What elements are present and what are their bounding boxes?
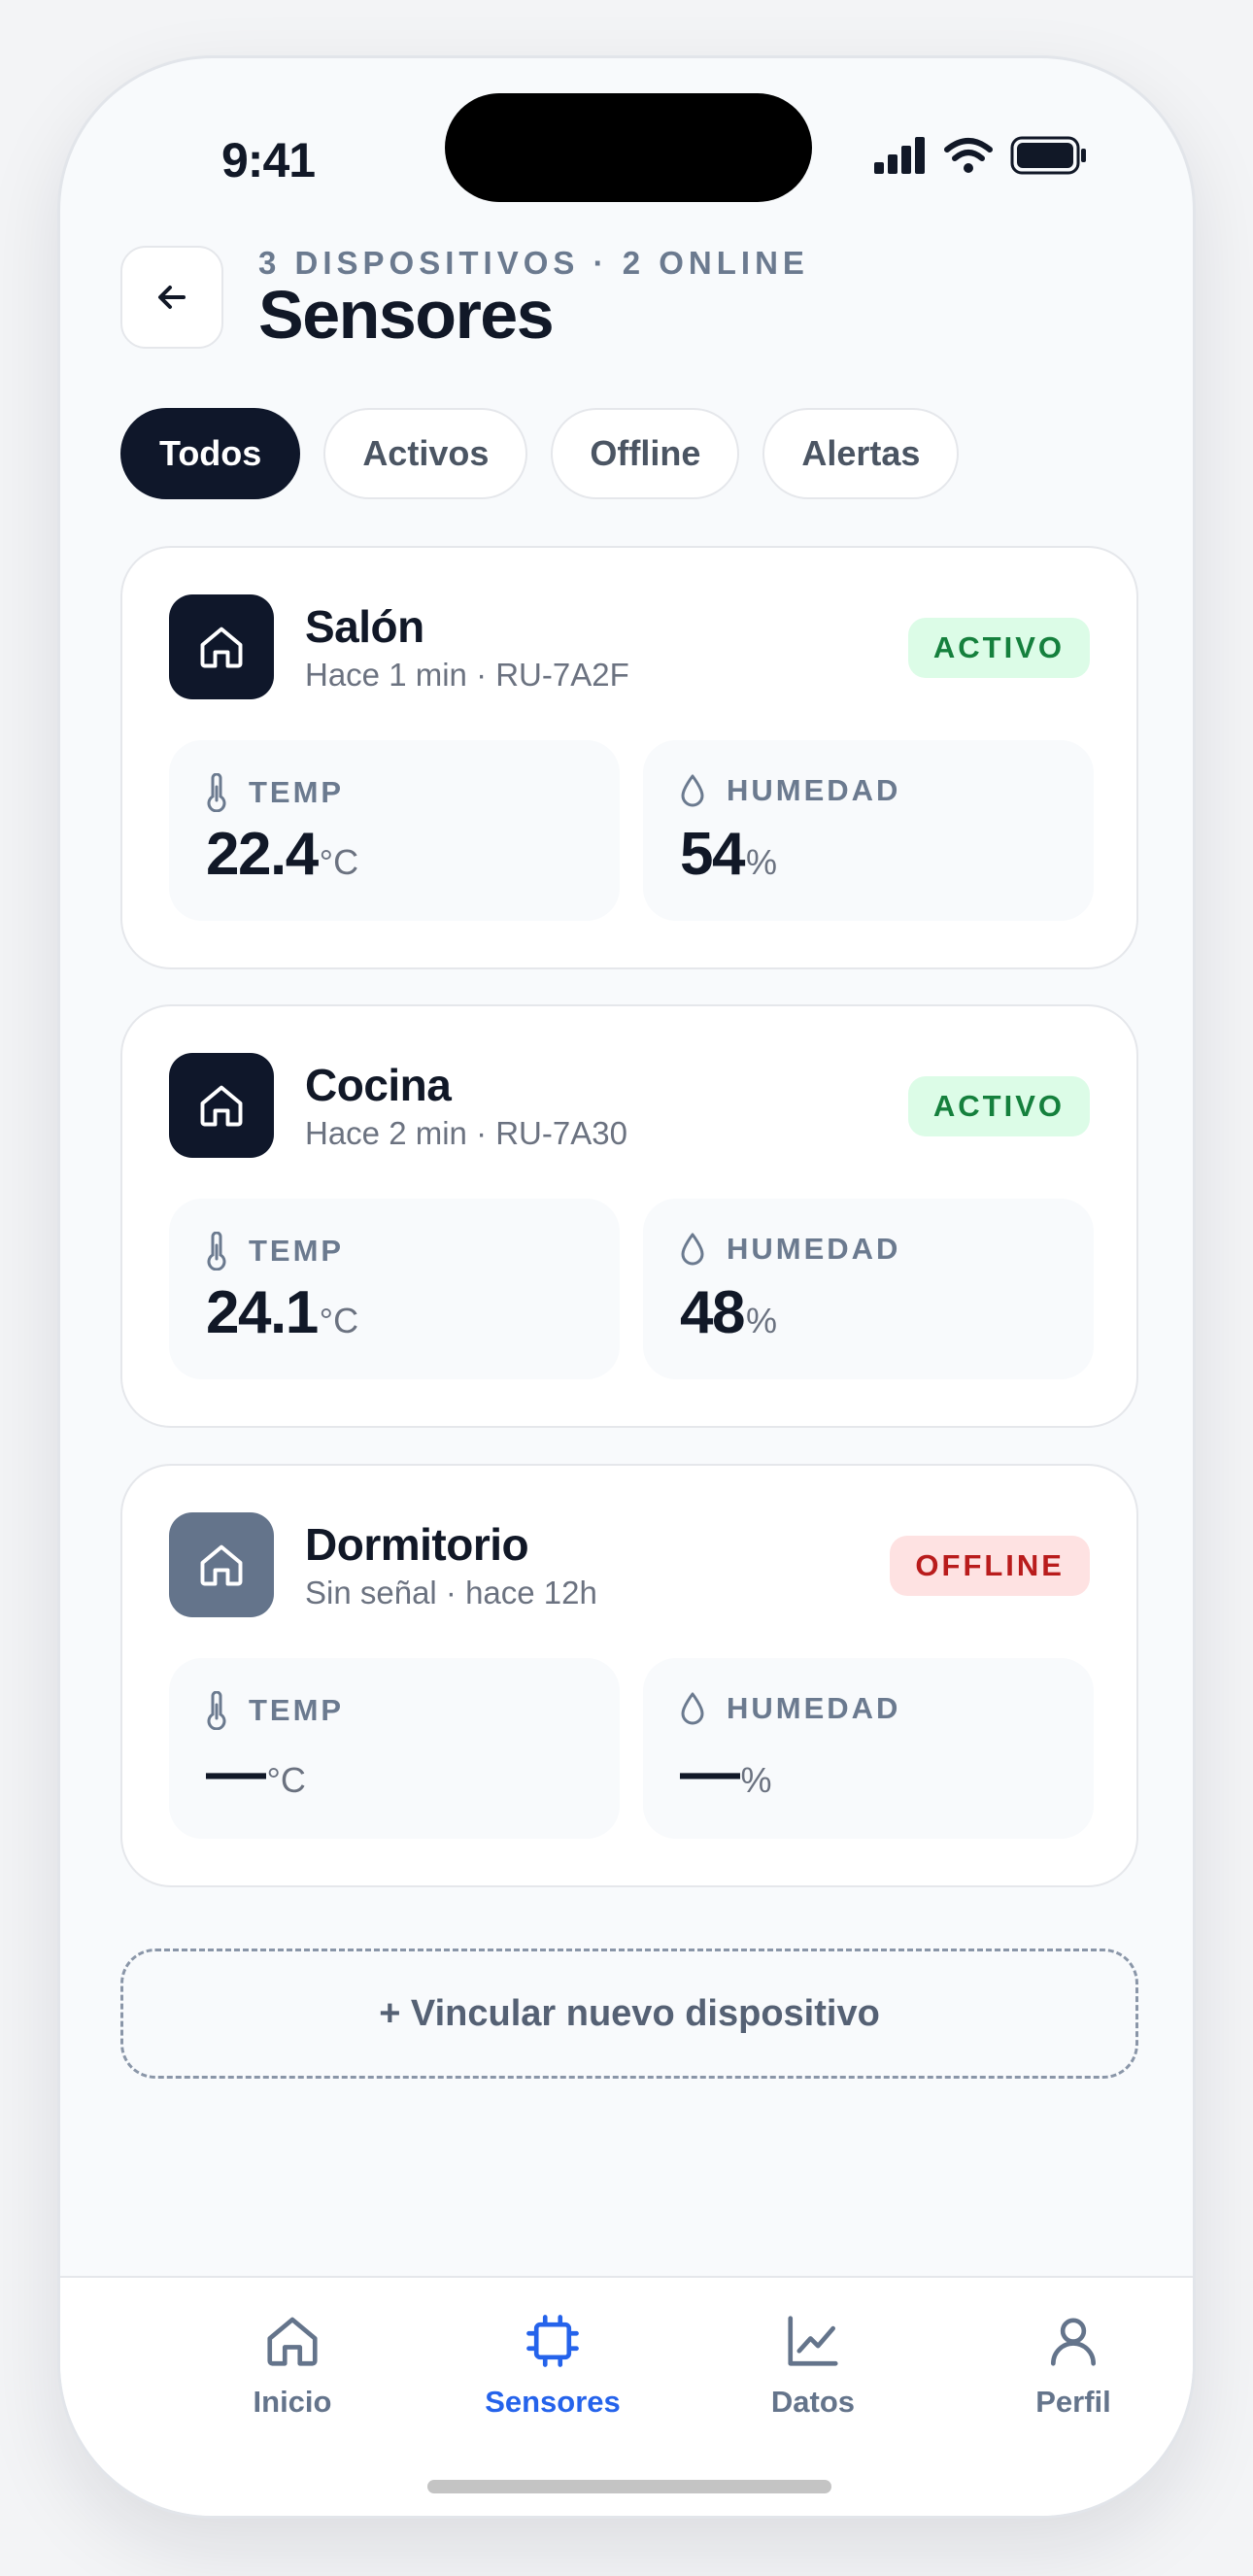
temp-value: 24.1	[206, 1279, 319, 1346]
signal-icon	[874, 137, 925, 174]
humidity-unit: %	[745, 842, 777, 882]
device-icon	[169, 1053, 274, 1158]
humidity-value: 54	[680, 821, 745, 888]
temp-value: —	[206, 1739, 266, 1806]
battery-icon	[1010, 136, 1086, 175]
thermometer-icon	[207, 773, 226, 812]
humidity-unit: %	[740, 1760, 772, 1800]
nav-item-perfil[interactable]: Perfil	[966, 2311, 1180, 2420]
temp-label: TEMP	[249, 1234, 345, 1268]
filter-chip-alertas[interactable]: Alertas	[762, 408, 960, 499]
arrow-left-icon	[158, 286, 186, 309]
home-icon	[200, 627, 243, 668]
dynamic-island	[445, 93, 812, 202]
temp-unit: °C	[319, 842, 359, 882]
link-new-device-button[interactable]: + Vincular nuevo dispositivo	[120, 1949, 1138, 2079]
nav-item-datos[interactable]: Datos	[706, 2311, 920, 2420]
droplet-icon	[681, 774, 704, 807]
humidity-label: HUMEDAD	[727, 773, 901, 807]
status-time: 9:41	[221, 133, 316, 187]
humidity-value: —	[680, 1739, 740, 1806]
nav-item-sensores[interactable]: Sensores	[446, 2311, 660, 2420]
wifi-icon	[944, 138, 993, 173]
device-name: Cocina	[305, 1060, 452, 1110]
home-indicator[interactable]	[427, 2480, 831, 2493]
humidity-unit: %	[745, 1301, 777, 1340]
device-icon	[169, 594, 274, 699]
nav-label: Datos	[770, 2385, 856, 2419]
nav-item-inicio[interactable]: Inicio	[186, 2311, 399, 2420]
back-button[interactable]	[120, 246, 223, 349]
temp-label: TEMP	[249, 1693, 345, 1727]
nav-label: Perfil	[1035, 2385, 1111, 2419]
device-name: Dormitorio	[305, 1519, 529, 1570]
temp-unit: °C	[266, 1760, 306, 1800]
device-icon	[169, 1512, 274, 1617]
nav-label: Inicio	[253, 2385, 332, 2419]
status-badge: ACTIVO	[907, 618, 1090, 678]
device-card-salon[interactable]: Salón Hace 1 min · RU-7A2F ACTIVO TEMP 2…	[120, 546, 1138, 969]
filter-chip-todos[interactable]: Todos	[120, 408, 301, 499]
status-badge: ACTIVO	[907, 1076, 1090, 1136]
status-badge: OFFLINE	[890, 1536, 1090, 1596]
thermometer-icon	[207, 1691, 226, 1730]
home-icon	[200, 1085, 243, 1127]
status-icons	[874, 136, 1088, 175]
user-icon	[1051, 2318, 1096, 2366]
droplet-icon	[681, 1692, 704, 1725]
temp-label: TEMP	[249, 775, 345, 809]
filter-chips: Todos Activos Offline Alertas	[120, 408, 960, 499]
filter-chip-activos[interactable]: Activos	[323, 408, 528, 499]
home-icon	[267, 2317, 318, 2366]
chart-icon	[788, 2316, 838, 2366]
temp-metric: TEMP — °C	[169, 1658, 620, 1839]
thermometer-icon	[207, 1232, 226, 1271]
humidity-metric: HUMEDAD 48 %	[643, 1199, 1094, 1379]
device-card-dormitorio[interactable]: Dormitorio Sin señal · hace 12h OFFLINE …	[120, 1464, 1138, 1887]
device-meta: Sin señal · hace 12h	[305, 1575, 597, 1610]
nav-label: Sensores	[485, 2385, 621, 2419]
humidity-label: HUMEDAD	[727, 1691, 901, 1725]
humidity-value: 48	[680, 1279, 745, 1346]
device-meta: Hace 2 min · RU-7A30	[305, 1115, 627, 1151]
device-meta: Hace 1 min · RU-7A2F	[305, 657, 629, 693]
temp-value: 22.4	[206, 821, 319, 888]
temp-metric: TEMP 22.4 °C	[169, 740, 620, 921]
phone-frame: 9:41 3 DISPOSITIVOS · 2 ONLINE Sensores …	[57, 55, 1196, 2519]
home-icon	[200, 1544, 243, 1586]
droplet-icon	[681, 1233, 704, 1266]
humidity-label: HUMEDAD	[727, 1232, 901, 1266]
device-name: Salón	[305, 601, 424, 652]
chip-icon	[526, 2315, 579, 2367]
temp-metric: TEMP 24.1 °C	[169, 1199, 620, 1379]
page-title: Sensores	[258, 277, 555, 353]
humidity-metric: HUMEDAD — %	[643, 1658, 1094, 1839]
humidity-metric: HUMEDAD 54 %	[643, 740, 1094, 921]
filter-chip-offline[interactable]: Offline	[551, 408, 740, 499]
device-card-cocina[interactable]: Cocina Hace 2 min · RU-7A30 ACTIVO TEMP …	[120, 1004, 1138, 1428]
temp-unit: °C	[319, 1301, 359, 1340]
